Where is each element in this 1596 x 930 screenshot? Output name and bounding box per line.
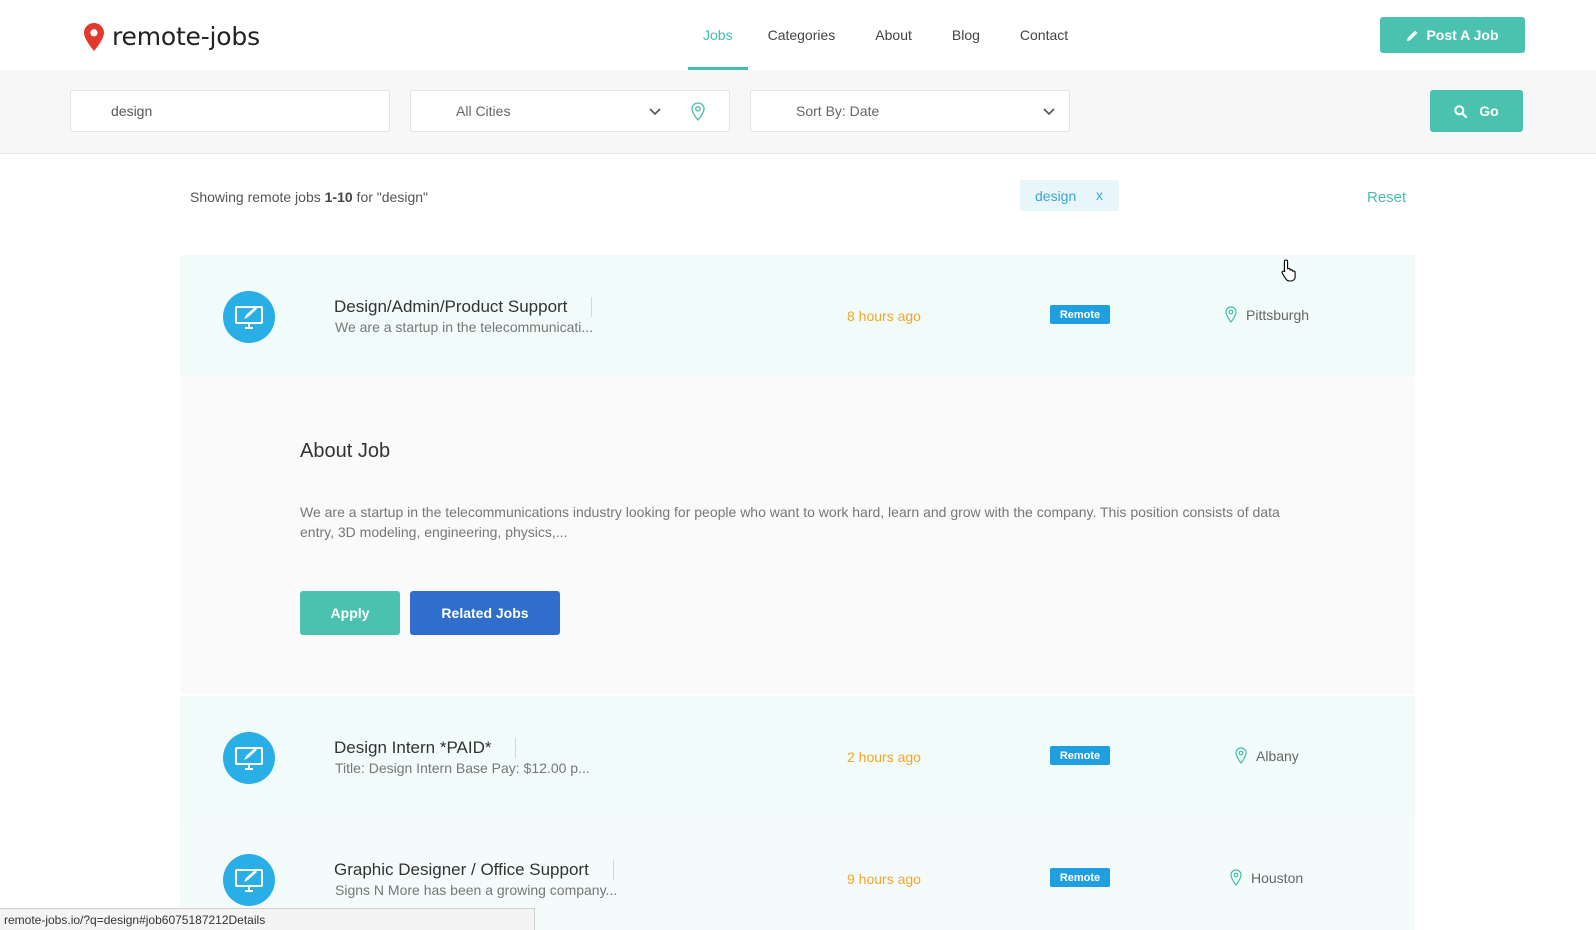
main-nav: Jobs Categories About Blog Contact: [688, 0, 1088, 70]
job-row[interactable]: Design Intern *PAID* Title: Design Inter…: [180, 696, 1415, 818]
related-jobs-button[interactable]: Related Jobs: [410, 591, 560, 635]
keyword-value: design: [111, 103, 153, 119]
job-title[interactable]: Graphic Designer / Office Support: [334, 860, 614, 880]
results-range: 1-10: [324, 189, 353, 205]
apply-button[interactable]: Apply: [300, 591, 400, 635]
nav-contact[interactable]: Contact: [1000, 0, 1088, 70]
go-label: Go: [1479, 103, 1499, 119]
map-pin-icon: [1230, 869, 1242, 886]
hand-cursor-icon: [1281, 259, 1296, 282]
job-location-label: Pittsburgh: [1246, 306, 1310, 323]
go-button[interactable]: Go: [1430, 90, 1523, 132]
browser-status-bar: remote-jobs.io/?q=design#job6075187212De…: [0, 908, 535, 930]
nav-categories[interactable]: Categories: [748, 0, 856, 70]
details-text: We are a startup in the telecommunicatio…: [300, 504, 1280, 540]
chevron-down-icon: [1043, 108, 1055, 116]
job-row[interactable]: Design/Admin/Product Support We are a st…: [180, 255, 1415, 377]
nav-blog[interactable]: Blog: [932, 0, 1000, 70]
map-pin-icon: [1235, 747, 1247, 764]
filter-tag-label: design: [1035, 187, 1077, 204]
map-pin-icon: [84, 22, 104, 51]
job-time: 8 hours ago: [847, 308, 921, 324]
job-location-label: Houston: [1251, 869, 1304, 886]
details-title: About Job: [300, 440, 391, 462]
map-pin-icon[interactable]: [691, 102, 705, 121]
site-header: remote-jobs Jobs Categories About Blog C…: [0, 0, 1596, 70]
sort-select[interactable]: Sort By: Date: [750, 90, 1070, 132]
filter-tag-remove[interactable]: x: [1096, 187, 1103, 203]
remote-badge: Remote: [1050, 746, 1110, 765]
job-description: We are a startup in the telecommunicati.…: [335, 319, 594, 335]
results-summary: Showing remote jobs 1-10 for "design": [190, 189, 428, 205]
job-title[interactable]: Design/Admin/Product Support: [334, 297, 593, 317]
job-description: Title: Design Intern Base Pay: $12.00 p.…: [335, 760, 590, 776]
post-job-label: Post A Job: [1426, 27, 1499, 43]
map-pin-icon: [1225, 306, 1237, 323]
job-location-label: Albany: [1256, 747, 1299, 764]
sort-value: Sort By: Date: [796, 103, 880, 119]
keyword-input[interactable]: design: [70, 90, 390, 132]
nav-jobs[interactable]: Jobs: [688, 0, 748, 70]
logo-text: remote-jobs: [112, 22, 260, 51]
job-location: Albany: [1235, 747, 1299, 764]
job-time: 9 hours ago: [847, 871, 921, 887]
city-value: All Cities: [456, 103, 511, 119]
post-job-button[interactable]: Post A Job: [1380, 17, 1525, 53]
search-bar: design All Cities Sort By: Date Go: [0, 70, 1596, 154]
monitor-pen-icon: [223, 854, 275, 906]
job-time: 2 hours ago: [847, 749, 921, 765]
job-location: Pittsburgh: [1225, 306, 1309, 323]
city-select[interactable]: All Cities: [410, 90, 730, 132]
chevron-down-icon: [649, 108, 661, 116]
results-suffix: for "design": [352, 189, 428, 205]
remote-badge: Remote: [1050, 868, 1110, 887]
site-logo[interactable]: remote-jobs: [84, 22, 260, 51]
remote-badge: Remote: [1050, 305, 1110, 324]
monitor-pen-icon: [223, 732, 275, 784]
job-location: Houston: [1230, 869, 1303, 886]
search-icon: [1454, 104, 1468, 118]
monitor-pen-icon: [223, 291, 275, 343]
results-prefix: Showing remote jobs: [190, 189, 325, 205]
nav-about[interactable]: About: [855, 0, 932, 70]
job-description: Signs N More has been a growing company.…: [335, 882, 618, 898]
pencil-icon: [1407, 30, 1418, 41]
job-title[interactable]: Design Intern *PAID*: [334, 738, 517, 758]
filter-tag: design x: [1020, 180, 1119, 211]
reset-link[interactable]: Reset: [1367, 189, 1406, 206]
job-details-panel: About Job We are a startup in the teleco…: [180, 378, 1415, 694]
